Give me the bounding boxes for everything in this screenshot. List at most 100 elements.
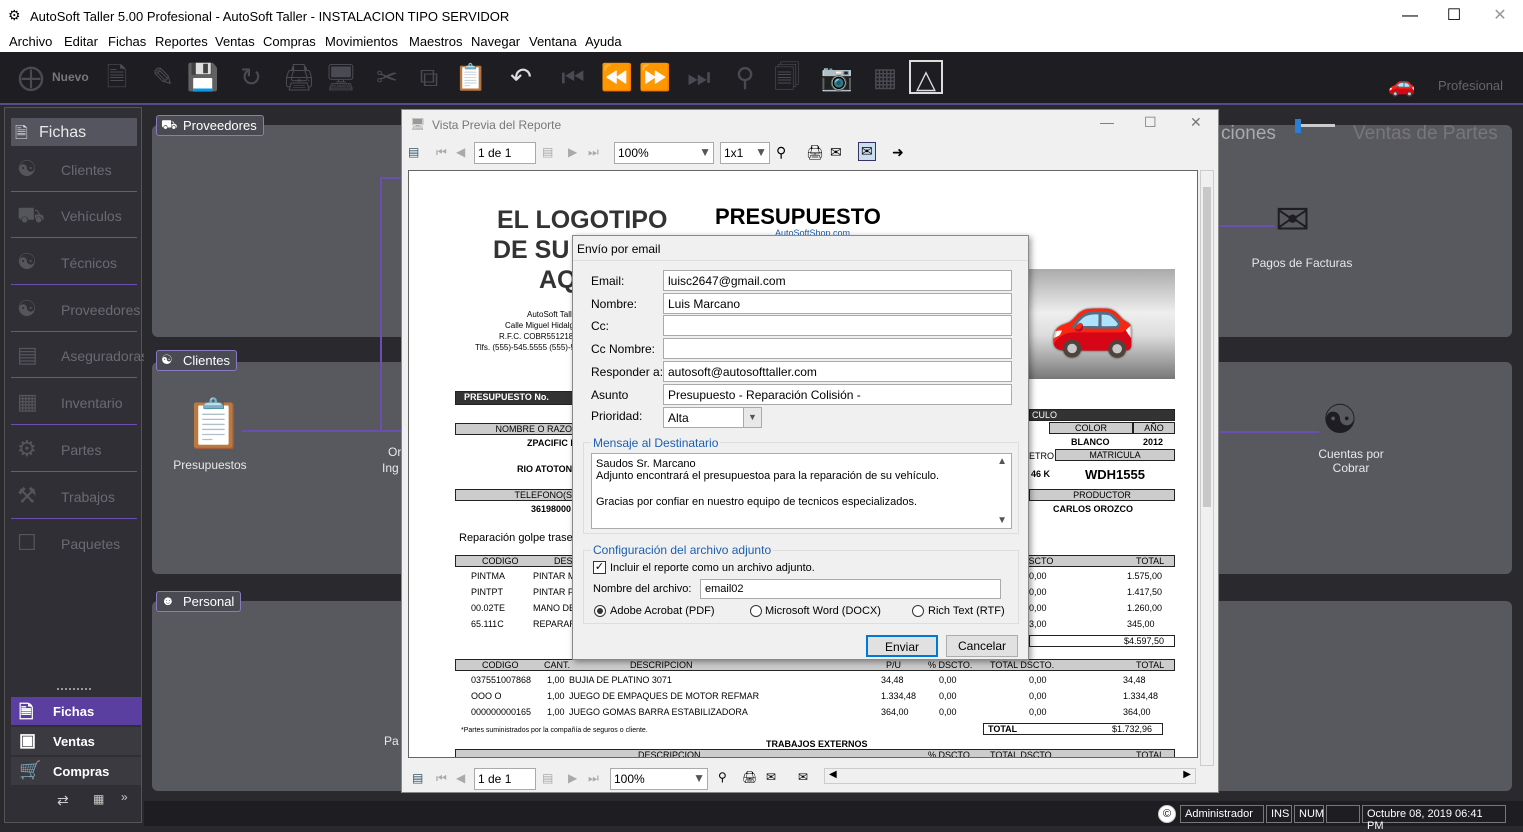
ventas-partes-tab[interactable]: Ventas de Partes <box>1353 123 1498 145</box>
layout-select[interactable]: 1x1 ▼ <box>720 142 770 164</box>
binoculars-icon[interactable]: ⚲ <box>776 144 786 161</box>
zoom-select-bottom[interactable]: 100% ▼ <box>610 768 708 790</box>
cc-field[interactable] <box>663 315 1012 336</box>
refresh-icon[interactable]: ↻ <box>234 60 268 94</box>
new-icon[interactable]: ⨁ <box>14 60 48 94</box>
menu-navegar[interactable]: Navegar <box>471 34 520 49</box>
menu-ventana[interactable]: Ventana <box>529 34 577 49</box>
page-icon[interactable]: ▤ <box>542 771 553 785</box>
sidebar-item-aseguradoras[interactable]: ▤ Aseguradoras <box>11 334 148 378</box>
cancel-button[interactable]: Cancelar <box>946 635 1018 657</box>
new-label[interactable]: Nuevo <box>52 70 89 84</box>
menu-maestros[interactable]: Maestros <box>409 34 462 49</box>
horizontal-scrollbar[interactable]: ◀ ▶ <box>824 768 1196 784</box>
scroll-right-icon[interactable]: ▶ <box>1183 769 1191 780</box>
menu-movimientos[interactable]: Movimientos <box>325 34 398 49</box>
close-button[interactable]: ✕ <box>1477 0 1523 32</box>
menu-ayuda[interactable]: Ayuda <box>585 34 622 49</box>
message-textarea[interactable]: Saudos Sr. Marcano Adjunto encontrará el… <box>591 453 1012 529</box>
minimize-button[interactable]: — <box>1100 114 1114 130</box>
slider-thumb[interactable] <box>1295 119 1301 133</box>
zoom-select[interactable]: 100% ▼ <box>614 142 714 164</box>
layout-icon[interactable]: ▦ <box>93 792 104 806</box>
pagos-facturas-label[interactable]: Pagos de Facturas <box>1244 256 1360 270</box>
subject-field[interactable]: Presupuesto - Reparación Colisión - <box>663 384 1012 405</box>
menu-archivo[interactable]: Archivo <box>9 34 52 49</box>
presupuestos-label[interactable]: Presupuestos <box>170 458 250 472</box>
first-record-icon[interactable]: ⏮ <box>556 60 590 94</box>
prev-page-icon[interactable]: ◀ <box>456 145 465 159</box>
copy-icon[interactable]: ⧉ <box>412 60 446 94</box>
search-icon[interactable]: ⚲ <box>728 60 762 94</box>
tab-ventas[interactable]: ▣ Ventas <box>11 727 141 755</box>
accounts-receivable-icon[interactable]: ☯ <box>1322 397 1358 443</box>
print-icon[interactable]: 🖨 <box>742 770 757 784</box>
cuentas-cobrar-label[interactable]: Cuentas por Cobrar <box>1304 447 1398 475</box>
clientes-tag[interactable]: ☯ Clientes <box>156 350 237 371</box>
print-icon[interactable]: 🖨 <box>806 144 824 161</box>
sidebar-item-inventario[interactable]: ▦ Inventario <box>11 381 137 425</box>
menu-editar[interactable]: Editar <box>64 34 98 49</box>
filename-field[interactable]: email02 <box>700 579 1001 599</box>
last-page-icon[interactable]: ⏭ <box>588 145 599 160</box>
chevron-menu-icon[interactable]: » <box>121 790 128 804</box>
export-icon[interactable]: ✉ <box>830 144 842 161</box>
page-icon[interactable]: ▤ <box>542 145 553 159</box>
sidebar-item-proveedores[interactable]: ☯ Proveedores <box>11 288 140 332</box>
rtf-radio[interactable] <box>912 605 924 617</box>
pdf-label[interactable]: Adobe Acrobat (PDF) <box>610 605 715 617</box>
presupuestos-icon[interactable]: 📋 <box>184 395 244 452</box>
delete-doc-icon[interactable]: 🗎 <box>100 60 134 94</box>
camera-icon[interactable]: 📷 <box>820 60 854 94</box>
next-record-icon[interactable]: ⏩ <box>638 60 672 94</box>
page-indicator-bottom[interactable]: 1 de 1 <box>474 768 536 790</box>
sidebar-item-clientes[interactable]: ☯ Clientes <box>11 148 137 192</box>
thumbnail-icon[interactable]: ▤ <box>412 771 423 785</box>
word-radio[interactable] <box>750 605 762 617</box>
splitter-handle[interactable] <box>57 688 91 690</box>
sidebar-item-paquetes[interactable]: ☐ Paquetes <box>11 522 137 566</box>
scroll-up-icon[interactable]: ▲ <box>997 456 1007 467</box>
include-report-checkbox[interactable]: ✓ <box>593 561 606 574</box>
sidebar-item-trabajos[interactable]: ⚒ Trabajos <box>11 475 137 519</box>
first-page-icon[interactable]: ⏮ <box>436 771 447 786</box>
vertical-scrollbar[interactable] <box>1200 170 1214 766</box>
binoculars-icon[interactable]: ⚲ <box>718 770 727 784</box>
exit-icon[interactable]: ➜ <box>892 144 904 161</box>
save-icon[interactable]: 💾 <box>186 60 220 94</box>
prev-record-icon[interactable]: ⏪ <box>600 60 634 94</box>
thumbnail-icon[interactable]: ▤ <box>408 145 419 159</box>
pdf-radio[interactable] <box>594 605 606 617</box>
report-icon[interactable]: 🗐 <box>770 60 804 94</box>
minimize-button[interactable]: — <box>1387 0 1433 32</box>
include-report-label[interactable]: Incluir el reporte como un archivo adjun… <box>610 562 815 574</box>
tab-compras[interactable]: 🛒 Compras <box>11 757 141 785</box>
scrollbar-thumb[interactable] <box>1203 187 1211 507</box>
cut-icon[interactable]: ✂ <box>370 60 404 94</box>
prev-page-icon[interactable]: ◀ <box>456 771 465 785</box>
menu-compras[interactable]: Compras <box>263 34 316 49</box>
email-icon[interactable]: ✉ <box>798 770 808 784</box>
next-page-icon[interactable]: ▶ <box>568 145 577 159</box>
reply-to-field[interactable]: autosoft@autosofttaller.com <box>663 361 1012 382</box>
paste-icon[interactable]: 📋 <box>454 60 488 94</box>
grid-icon[interactable]: ▦ <box>868 60 902 94</box>
sidebar-header[interactable]: 🗎 Fichas <box>11 118 137 146</box>
menu-fichas[interactable]: Fichas <box>108 34 146 49</box>
first-page-icon[interactable]: ⏮ <box>436 145 447 160</box>
page-indicator[interactable]: 1 de 1 <box>474 142 536 164</box>
nombre-field[interactable]: Luis Marcano <box>663 293 1012 314</box>
last-page-icon[interactable]: ⏭ <box>588 771 599 786</box>
tab-fichas[interactable]: 🗎 Fichas <box>11 697 141 725</box>
rtf-label[interactable]: Rich Text (RTF) <box>928 605 1005 617</box>
envelope-icon[interactable]: ✉ <box>1275 195 1310 244</box>
last-record-icon[interactable]: ⏭ <box>682 60 716 94</box>
proveedores-tag[interactable]: ⛟ Proveedores <box>156 115 264 136</box>
scroll-down-icon[interactable]: ▼ <box>997 515 1007 526</box>
sidebar-item-vehiculos[interactable]: ⛟ Vehículos <box>11 194 137 238</box>
edit-icon[interactable]: ✎ <box>146 60 180 94</box>
send-button[interactable]: Enviar <box>866 635 938 657</box>
next-page-icon[interactable]: ▶ <box>568 771 577 785</box>
email-field[interactable]: luisc2647@gmail.com <box>663 270 1012 291</box>
menu-reportes[interactable]: Reportes <box>155 34 208 49</box>
